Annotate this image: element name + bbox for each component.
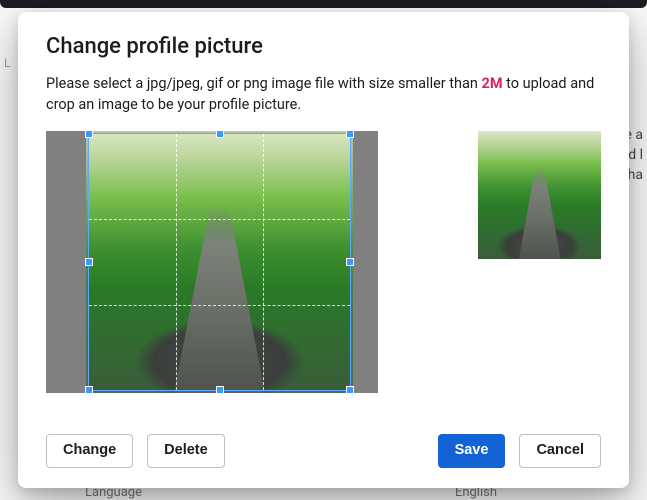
image-editor-row: [46, 131, 601, 393]
change-button[interactable]: Change: [46, 434, 133, 468]
crop-handle-se[interactable]: [346, 386, 354, 393]
crop-handle-n[interactable]: [216, 131, 224, 138]
crop-grid-line: [263, 134, 264, 390]
crop-handle-w[interactable]: [85, 258, 93, 266]
modal-footer: Change Delete Save Cancel: [46, 412, 601, 468]
cancel-button[interactable]: Cancel: [519, 434, 601, 468]
crop-stage[interactable]: [46, 131, 378, 393]
crop-handle-s[interactable]: [216, 386, 224, 393]
bg-text-left: L: [4, 56, 10, 70]
save-button[interactable]: Save: [438, 434, 506, 468]
change-profile-picture-modal: Change profile picture Please select a j…: [18, 12, 629, 488]
crop-grid-line: [89, 219, 350, 220]
app-topbar: [0, 0, 647, 8]
profile-picture-preview: [478, 131, 601, 259]
crop-grid-line: [89, 305, 350, 306]
modal-title: Change profile picture: [46, 34, 601, 59]
crop-handle-ne[interactable]: [346, 131, 354, 138]
crop-handle-e[interactable]: [346, 258, 354, 266]
file-size-limit: 2M: [482, 75, 503, 92]
delete-button[interactable]: Delete: [147, 434, 225, 468]
instruction-text-pre: Please select a jpg/jpeg, gif or png ima…: [46, 75, 482, 92]
crop-handle-nw[interactable]: [85, 131, 93, 138]
crop-handle-sw[interactable]: [85, 386, 93, 393]
modal-instruction: Please select a jpg/jpeg, gif or png ima…: [46, 73, 601, 115]
crop-selection[interactable]: [88, 133, 351, 391]
crop-grid-line: [176, 134, 177, 390]
